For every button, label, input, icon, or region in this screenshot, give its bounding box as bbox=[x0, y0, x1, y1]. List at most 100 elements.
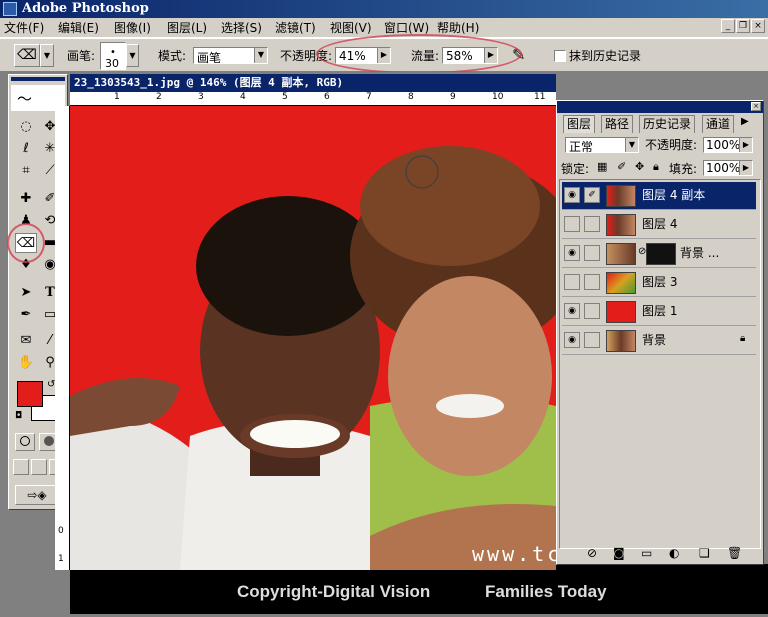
menu-edit[interactable]: 编辑(E) bbox=[58, 20, 99, 36]
screen-mode-menu-icon[interactable] bbox=[31, 459, 47, 475]
layer-style-icon[interactable]: ⊘ bbox=[587, 546, 597, 560]
brush-icon[interactable] bbox=[584, 216, 600, 232]
window-title: Adobe Photoshop bbox=[22, 1, 149, 16]
layers-panel: × 图层 路径 历史记录 通道 ▶ 正常 ▼ 不透明度: 100% ▶ 锁定: … bbox=[556, 100, 764, 565]
eye-icon[interactable]: ◉ bbox=[564, 245, 580, 261]
close-icon[interactable]: × bbox=[751, 102, 761, 111]
chevron-down-icon: ▼ bbox=[254, 48, 267, 63]
lock-move-icon[interactable]: ✥ bbox=[635, 160, 644, 173]
layer-thumbnail bbox=[606, 301, 636, 323]
eraser-preset-icon[interactable]: ⌫ bbox=[14, 44, 40, 67]
brush-preview[interactable]: • 30 bbox=[100, 42, 126, 70]
ruler-label: 5 bbox=[282, 92, 288, 102]
layer-name: 背景 bbox=[642, 333, 667, 347]
eye-icon[interactable] bbox=[564, 216, 580, 232]
tab-history[interactable]: 历史记录 bbox=[639, 115, 696, 133]
chevron-down-icon: ▼ bbox=[625, 138, 638, 152]
panel-menu-icon[interactable]: ▶ bbox=[741, 116, 749, 127]
layer-opacity-value: 100% bbox=[706, 138, 741, 152]
layer-opacity-label: 不透明度: bbox=[645, 138, 698, 152]
lock-all-icon[interactable]: 🔒︎ bbox=[653, 160, 659, 174]
brush-icon[interactable] bbox=[584, 245, 600, 261]
layer-row[interactable]: ◉ 背景 🔒︎ bbox=[562, 327, 756, 355]
chevron-down-icon[interactable]: ▼ bbox=[40, 44, 54, 67]
menu-select[interactable]: 选择(S) bbox=[221, 20, 262, 36]
photoshop-icon bbox=[3, 2, 17, 16]
eye-icon[interactable] bbox=[564, 274, 580, 290]
brush-icon[interactable] bbox=[584, 274, 600, 290]
default-colors-icon[interactable]: ◘ bbox=[15, 411, 22, 421]
menu-window-controls: _ ❐ × bbox=[721, 19, 766, 36]
menu-filter[interactable]: 滤镜(T) bbox=[275, 20, 316, 36]
menu-layer[interactable]: 图层(L) bbox=[167, 20, 207, 36]
document-title[interactable]: 23_1303543_1.jpg @ 146% (图层 4 副本, RGB) bbox=[70, 74, 556, 92]
crop-icon[interactable]: ⌗ bbox=[15, 161, 37, 181]
close-icon[interactable]: × bbox=[751, 19, 765, 33]
lock-transparency-icon[interactable]: ▦ bbox=[597, 160, 607, 173]
new-layer-icon[interactable]: ❏ bbox=[699, 546, 710, 560]
eye-icon[interactable]: ◉ bbox=[564, 187, 580, 203]
layer-row[interactable]: 图层 3 bbox=[562, 269, 756, 297]
blend-mode-select[interactable]: 正常 ▼ bbox=[565, 137, 639, 154]
mode-select[interactable]: 画笔 ▼ bbox=[193, 47, 268, 65]
adjustment-layer-icon[interactable]: ◐ bbox=[669, 546, 679, 560]
foreground-color-swatch[interactable] bbox=[17, 381, 43, 407]
hand-icon[interactable]: ✋ bbox=[15, 353, 37, 373]
layer-row[interactable]: ◉ 图层 1 bbox=[562, 298, 756, 326]
toolbox-titlebar bbox=[11, 77, 65, 81]
brush-size: 30 bbox=[105, 57, 119, 70]
new-group-icon[interactable]: ▭ bbox=[641, 546, 652, 560]
lock-icon: 🔒︎ bbox=[740, 333, 746, 344]
standard-mode-icon[interactable] bbox=[15, 433, 35, 451]
image-canvas[interactable]: www.tc bbox=[70, 106, 556, 570]
layer-row[interactable]: ◉ ⊘ 背景 ... bbox=[562, 240, 756, 268]
tab-layers[interactable]: 图层 bbox=[563, 115, 596, 133]
ruler-label: 11 bbox=[534, 92, 546, 102]
notes-icon[interactable]: ✉ bbox=[15, 331, 37, 351]
menu-file[interactable]: 文件(F) bbox=[4, 20, 44, 36]
layer-name: 图层 4 副本 bbox=[642, 188, 706, 202]
tab-channels[interactable]: 通道 bbox=[702, 115, 735, 133]
chevron-right-icon: ▶ bbox=[739, 161, 752, 175]
history-checkbox[interactable] bbox=[554, 50, 566, 62]
brush-icon[interactable] bbox=[584, 303, 600, 319]
eye-icon[interactable]: ◉ bbox=[564, 332, 580, 348]
trash-icon[interactable]: 🗑︎ bbox=[727, 546, 742, 560]
brush-icon[interactable]: ✐ bbox=[584, 187, 600, 203]
ruler-label: 7 bbox=[366, 92, 372, 102]
ruler-label: 2 bbox=[156, 92, 162, 102]
mask-thumbnail[interactable] bbox=[646, 243, 676, 265]
layer-row[interactable]: ◉ ✐ 图层 4 副本 bbox=[562, 182, 756, 210]
blend-mode-value: 正常 bbox=[569, 140, 594, 154]
healing-icon[interactable]: ✚ bbox=[15, 189, 37, 209]
copyright-text: Copyright-Digital Vision bbox=[237, 582, 431, 601]
feather-icon: 〜 bbox=[17, 90, 33, 108]
chevron-down-icon[interactable]: ▼ bbox=[126, 44, 139, 67]
menu-image[interactable]: 图像(I) bbox=[114, 20, 151, 36]
lock-paint-icon[interactable]: ✐ bbox=[617, 160, 626, 173]
chevron-right-icon: ▶ bbox=[739, 138, 752, 152]
lasso-icon[interactable]: ℓ bbox=[15, 139, 37, 159]
ruler-label: 3 bbox=[198, 92, 204, 102]
layer-row[interactable]: 图层 4 bbox=[562, 211, 756, 239]
brush-icon[interactable] bbox=[584, 332, 600, 348]
add-mask-icon[interactable]: ◙ bbox=[613, 546, 625, 560]
brush-label: 画笔: bbox=[67, 49, 96, 63]
ruler-label: 1 bbox=[114, 92, 120, 102]
series-text: Families Today bbox=[485, 582, 607, 601]
restore-icon[interactable]: ❐ bbox=[736, 19, 750, 33]
eye-icon[interactable]: ◉ bbox=[564, 303, 580, 319]
marquee-icon[interactable]: ◌ bbox=[15, 117, 37, 137]
pen-icon[interactable]: ✒ bbox=[15, 305, 37, 325]
fill-field[interactable]: 100% ▶ bbox=[703, 160, 753, 176]
layer-thumbnail bbox=[606, 272, 636, 294]
tab-paths[interactable]: 路径 bbox=[601, 115, 634, 133]
minimize-icon[interactable]: _ bbox=[721, 19, 735, 33]
screen-mode-standard-icon[interactable] bbox=[13, 459, 29, 475]
menu-view[interactable]: 视图(V) bbox=[330, 20, 372, 36]
layer-opacity-field[interactable]: 100% ▶ bbox=[703, 137, 753, 153]
photo bbox=[70, 106, 556, 570]
jump-to-imageready-icon[interactable]: ⇨◈ bbox=[15, 485, 59, 505]
path-select-icon[interactable]: ➤ bbox=[15, 283, 37, 303]
history-label: 抹到历史记录 bbox=[569, 49, 642, 63]
